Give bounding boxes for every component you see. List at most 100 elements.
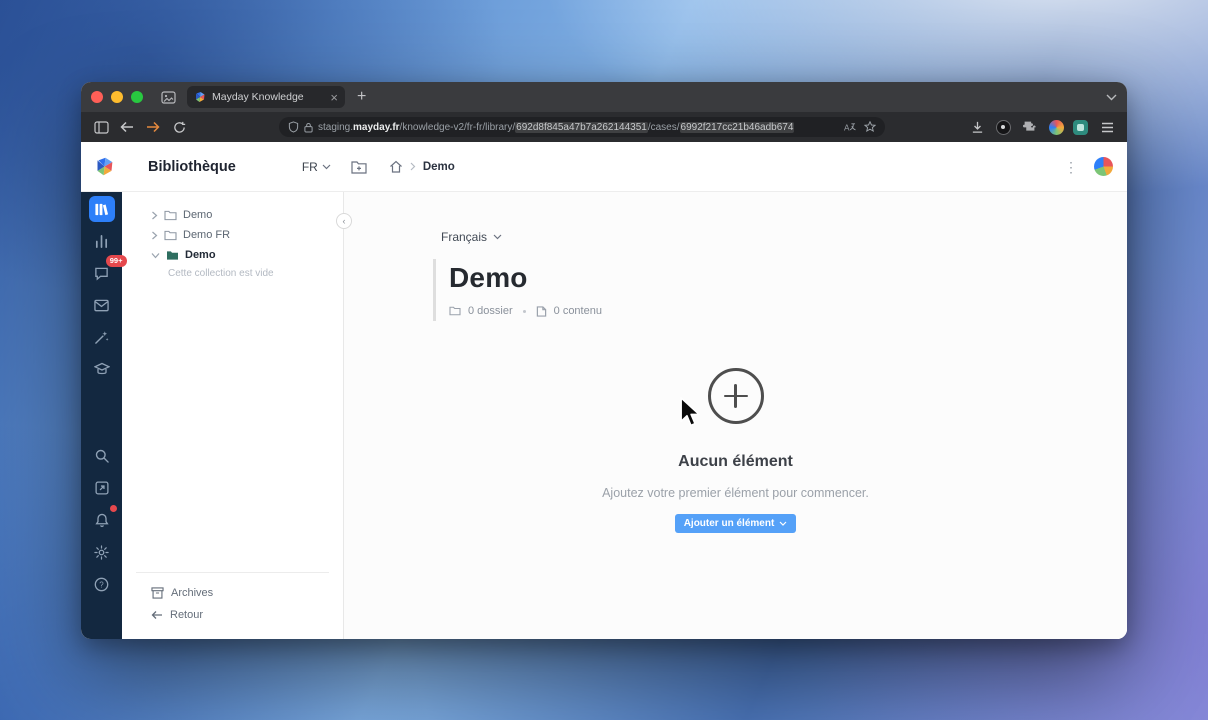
rail-help-icon[interactable]: ? — [89, 571, 115, 597]
translate-icon[interactable]: A — [844, 122, 856, 133]
rail-mail-icon[interactable] — [89, 292, 115, 318]
rail-messages-icon[interactable]: 99+ — [89, 260, 115, 286]
menu-icon[interactable] — [1097, 117, 1117, 137]
extension-circle-icon[interactable] — [996, 120, 1011, 135]
toolbar-right-icons — [967, 117, 1117, 137]
rail-library-icon[interactable] — [89, 196, 115, 222]
chevron-down-icon[interactable] — [151, 252, 160, 259]
sidebar-collapse-button[interactable]: ‹ — [336, 213, 352, 229]
tab-close-icon[interactable]: × — [330, 91, 338, 104]
empty-state-title: Aucun élément — [344, 453, 1127, 471]
app-body: 99+ — [81, 192, 1127, 639]
folder-icon — [164, 210, 177, 221]
mayday-logo-icon — [94, 156, 115, 177]
address-bar[interactable]: staging.mayday.fr/knowledge-v2/fr-fr/lib… — [279, 117, 885, 137]
lock-icon[interactable] — [304, 122, 313, 133]
breadcrumb-chevron-icon — [410, 162, 416, 171]
sidebar-toggle-icon[interactable] — [91, 117, 111, 137]
tab-strip-chevron-icon[interactable] — [1106, 94, 1117, 101]
tab-overview-icon[interactable] — [157, 88, 179, 106]
chevron-right-icon[interactable] — [151, 211, 158, 220]
add-element-circle-icon[interactable] — [708, 368, 764, 424]
tab-title: Mayday Knowledge — [212, 91, 324, 103]
sidebar-footer: Archives Retour — [122, 572, 343, 639]
archives-link[interactable]: Archives — [122, 582, 343, 604]
browser-profile-avatar[interactable] — [1049, 120, 1064, 135]
browser-toolbar: staging.mayday.fr/knowledge-v2/fr-fr/lib… — [81, 112, 1127, 142]
browser-tab[interactable]: Mayday Knowledge × — [187, 86, 345, 108]
rail-academy-icon[interactable] — [89, 356, 115, 382]
content-count-icon — [536, 306, 547, 317]
collection-title-block: Demo 0 dossier 0 contenu — [433, 259, 1127, 321]
collection-stats: 0 dossier 0 contenu — [449, 305, 1127, 317]
rail-settings-icon[interactable] — [89, 539, 115, 565]
shield-icon[interactable] — [288, 121, 299, 133]
tree-item-demo[interactable]: Demo — [122, 205, 343, 225]
home-icon[interactable] — [389, 160, 403, 173]
mayday-app: Bibliothèque FR Demo ⋮ — [81, 142, 1127, 639]
svg-text:A: A — [844, 123, 850, 132]
empty-collection-note: Cette collection est vide — [122, 268, 343, 279]
empty-state: Aucun élément Ajoutez votre premier élém… — [344, 368, 1127, 533]
rail-search-icon[interactable] — [89, 443, 115, 469]
tab-favicon-icon — [194, 91, 206, 103]
arrow-left-icon — [151, 610, 163, 620]
header-language-select[interactable]: FR — [302, 160, 331, 174]
notification-dot — [110, 505, 117, 512]
back-link[interactable]: Retour — [122, 604, 343, 626]
folder-icon — [164, 230, 177, 241]
chevron-down-icon — [779, 521, 787, 526]
reload-button[interactable] — [169, 117, 189, 137]
window-controls — [91, 91, 143, 103]
minimize-window-button[interactable] — [111, 91, 123, 103]
tree-item-label: Demo — [183, 209, 212, 221]
user-avatar[interactable] — [1094, 157, 1113, 176]
navigation-rail: 99+ — [81, 192, 122, 639]
back-button[interactable] — [117, 117, 137, 137]
desktop: Mayday Knowledge × + — [0, 0, 1208, 720]
add-folder-icon[interactable] — [351, 160, 367, 174]
forward-button[interactable] — [143, 117, 163, 137]
folder-open-icon — [166, 250, 179, 261]
bookmark-star-icon[interactable] — [864, 121, 876, 133]
chevron-right-icon[interactable] — [151, 231, 158, 240]
close-window-button[interactable] — [91, 91, 103, 103]
back-label: Retour — [170, 609, 203, 621]
tree-item-label: Demo — [185, 249, 216, 261]
browser-window: Mayday Knowledge × + — [81, 82, 1127, 639]
downloads-icon[interactable] — [967, 117, 987, 137]
main-content: Français Demo 0 dossier 0 contenu — [344, 192, 1127, 639]
fullscreen-window-button[interactable] — [131, 91, 143, 103]
rail-bottom-group: ? — [89, 443, 115, 603]
content-language-select[interactable]: Français — [441, 230, 502, 244]
content-count: 0 contenu — [554, 305, 602, 317]
rail-notifications-icon[interactable] — [89, 507, 115, 533]
add-element-button[interactable]: Ajouter un élément — [675, 514, 797, 533]
app-header: Bibliothèque FR Demo ⋮ — [81, 142, 1127, 192]
chevron-down-icon — [493, 234, 502, 240]
tree-item-label: Demo FR — [183, 229, 230, 241]
rail-automation-icon[interactable] — [89, 324, 115, 350]
folder-count-icon — [449, 306, 461, 316]
page-title: Bibliothèque — [148, 159, 236, 175]
url-text: staging.mayday.fr/knowledge-v2/fr-fr/lib… — [318, 122, 839, 133]
rail-analytics-icon[interactable] — [89, 228, 115, 254]
archive-icon — [151, 587, 164, 599]
archives-label: Archives — [171, 587, 213, 599]
breadcrumb-current[interactable]: Demo — [423, 161, 455, 173]
dot-separator — [523, 310, 526, 313]
new-tab-button[interactable]: + — [357, 89, 366, 105]
rail-export-icon[interactable] — [89, 475, 115, 501]
tree-item-demo-fr[interactable]: Demo FR — [122, 225, 343, 245]
breadcrumb: Demo — [389, 160, 455, 173]
empty-state-subtitle: Ajoutez votre premier élément pour comme… — [344, 486, 1127, 500]
more-options-icon[interactable]: ⋮ — [1064, 160, 1078, 174]
workspace-icon[interactable] — [1073, 120, 1088, 135]
svg-text:?: ? — [99, 580, 104, 589]
collection-title: Demo — [449, 262, 1127, 294]
chevron-down-icon — [322, 164, 331, 170]
browser-tab-strip: Mayday Knowledge × + — [81, 82, 1127, 112]
divider — [136, 572, 329, 573]
tree-item-demo-selected[interactable]: Demo — [122, 245, 343, 265]
extensions-puzzle-icon[interactable] — [1020, 117, 1040, 137]
